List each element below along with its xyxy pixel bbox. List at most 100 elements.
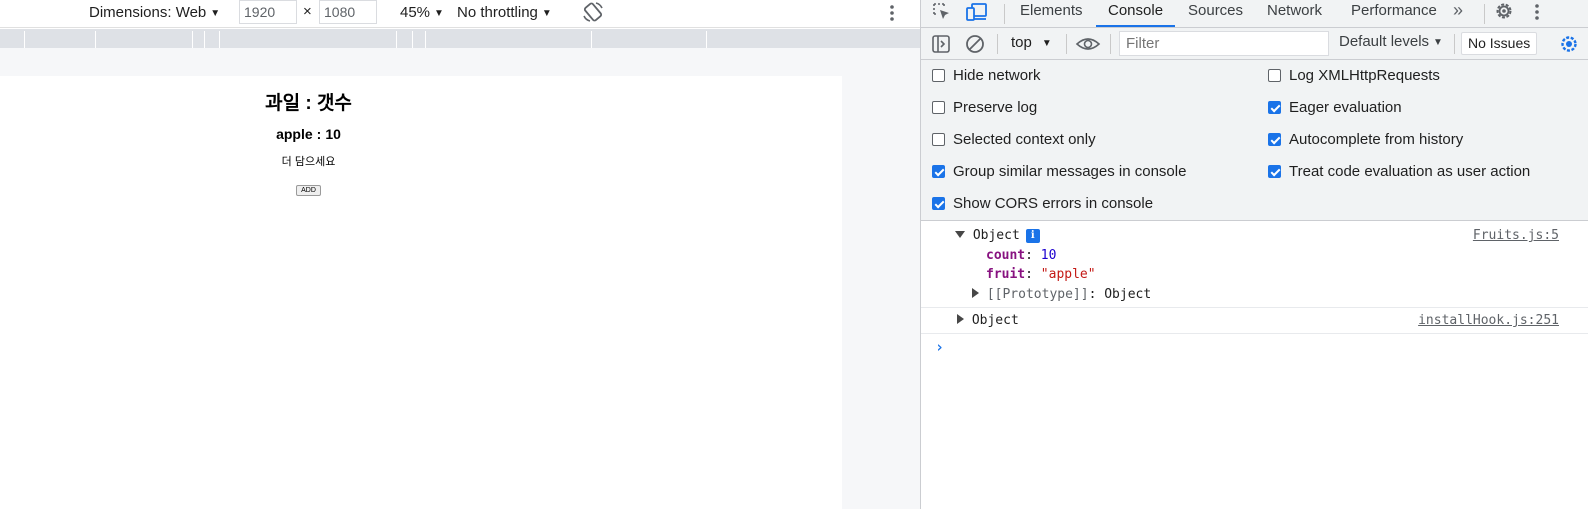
inspect-element-icon[interactable] bbox=[931, 1, 953, 27]
source-link[interactable]: installHook.js:251 bbox=[1418, 312, 1559, 330]
info-icon[interactable]: i bbox=[1025, 229, 1040, 243]
expand-triangle-icon[interactable] bbox=[972, 288, 979, 298]
toolbar-separator bbox=[1454, 34, 1455, 54]
hide-network-checkbox[interactable]: Hide network bbox=[932, 67, 1041, 87]
tab-elements[interactable]: Elements bbox=[1020, 0, 1083, 27]
width-input[interactable]: 1920 bbox=[239, 0, 297, 24]
prototype-row[interactable]: [[Prototype]]: Object bbox=[972, 286, 1151, 304]
checkbox-checked[interactable] bbox=[1268, 101, 1281, 114]
device-toggle-icon[interactable] bbox=[965, 1, 989, 27]
caret-down-icon: ▼ bbox=[541, 8, 552, 19]
device-toolbar: Dimensions: Web ▼ 1920 × 1080 45% ▼ No thr… bbox=[0, 0, 920, 28]
caret-down-icon: ▼ bbox=[1433, 37, 1443, 48]
tab-network[interactable]: Network bbox=[1267, 0, 1322, 27]
checkbox[interactable] bbox=[932, 133, 945, 146]
dimensions-dropdown[interactable]: Dimensions: Web ▼ bbox=[89, 2, 220, 24]
height-input[interactable]: 1080 bbox=[319, 0, 377, 24]
prototype-name: [[Prototype]] bbox=[986, 287, 1089, 302]
eager-evaluation-checkbox[interactable]: Eager evaluation bbox=[1268, 99, 1402, 119]
log-xhr-checkbox[interactable]: Log XMLHttpRequests bbox=[1268, 67, 1440, 87]
show-cors-errors-checkbox[interactable]: Show CORS errors in console bbox=[932, 195, 1153, 215]
viewport-area: 과일 : 갯수 apple:10 더 담으세요 ADD bbox=[0, 48, 920, 509]
object-label: Object bbox=[972, 228, 1020, 243]
toolbar-separator bbox=[1066, 34, 1067, 54]
sidebar-toggle-icon[interactable] bbox=[931, 34, 951, 58]
add-button[interactable]: ADD bbox=[296, 185, 321, 196]
fruit-count-line: apple:10 bbox=[0, 126, 617, 142]
zoom-dropdown[interactable]: 45% ▼ bbox=[400, 2, 444, 24]
page-title: 과일 : 갯수 bbox=[265, 93, 352, 114]
add-button-wrap: ADD bbox=[0, 179, 617, 197]
property-name: count bbox=[986, 248, 1026, 263]
checkbox-checked[interactable] bbox=[1268, 133, 1281, 146]
context-selector[interactable]: top ▼ bbox=[1011, 34, 1052, 51]
object-property: fruit: "apple" bbox=[986, 267, 1096, 282]
expand-triangle-icon[interactable] bbox=[957, 314, 964, 324]
checkbox-checked[interactable] bbox=[1268, 165, 1281, 178]
issues-button[interactable]: No Issues bbox=[1461, 32, 1538, 55]
selected-context-checkbox[interactable]: Selected context only bbox=[932, 131, 1096, 151]
option-label: Autocomplete from history bbox=[1289, 131, 1464, 148]
ruler-tick bbox=[95, 31, 96, 48]
checkbox[interactable] bbox=[932, 69, 945, 82]
log-levels-dropdown[interactable]: Default levels ▼ bbox=[1339, 33, 1443, 50]
checkbox-checked[interactable] bbox=[932, 197, 945, 210]
ruler-tick bbox=[412, 31, 413, 48]
property-value: 10 bbox=[1040, 248, 1057, 263]
more-options-icon[interactable] bbox=[884, 2, 900, 24]
object-summary[interactable]: Object bbox=[957, 312, 1019, 330]
option-label: Group similar messages in console bbox=[953, 163, 1187, 180]
filter-input[interactable] bbox=[1119, 31, 1329, 56]
settings-gear-icon[interactable] bbox=[1493, 0, 1515, 26]
customize-menu-icon[interactable] bbox=[1531, 1, 1543, 27]
ruler-tick bbox=[591, 31, 592, 48]
context-label: top bbox=[1011, 34, 1032, 51]
object-label: Object bbox=[971, 313, 1019, 328]
object-summary[interactable]: Object i bbox=[955, 227, 1040, 245]
option-label: Hide network bbox=[953, 67, 1041, 84]
checkbox[interactable] bbox=[1268, 69, 1281, 82]
times-symbol: × bbox=[303, 3, 312, 20]
zoom-label: 45% bbox=[400, 4, 431, 21]
checkbox-checked[interactable] bbox=[932, 165, 945, 178]
option-label: Selected context only bbox=[953, 131, 1096, 148]
treat-code-evaluation-checkbox[interactable]: Treat code evaluation as user action bbox=[1268, 163, 1530, 183]
console-output: Object i Fruits.js:5 count: 10 fruit: "ap… bbox=[921, 222, 1588, 509]
console-prompt[interactable]: › bbox=[935, 338, 944, 356]
option-label: Preserve log bbox=[953, 99, 1038, 116]
toolbar-separator bbox=[1484, 4, 1485, 24]
devtools-tab-bar: Elements Console Sources Network Perform… bbox=[921, 0, 1588, 28]
option-label: Show CORS errors in console bbox=[953, 195, 1154, 212]
fruit-count: 10 bbox=[325, 126, 341, 142]
log-levels-label: Default levels bbox=[1339, 33, 1430, 50]
console-message: Object installHook.js:251 bbox=[921, 308, 1588, 334]
tab-sources[interactable]: Sources bbox=[1188, 0, 1243, 27]
live-expression-eye-icon[interactable] bbox=[1075, 34, 1101, 58]
autocomplete-history-checkbox[interactable]: Autocomplete from history bbox=[1268, 131, 1463, 151]
clear-console-icon[interactable] bbox=[965, 34, 985, 58]
fruit-name: apple bbox=[276, 126, 313, 142]
toolbar-separator bbox=[997, 34, 998, 54]
ruler-tick bbox=[192, 31, 193, 48]
dimensions-label: Dimensions: Web bbox=[89, 4, 207, 21]
object-property: count: 10 bbox=[986, 248, 1057, 263]
more-tabs-icon[interactable]: » bbox=[1453, 0, 1463, 27]
throttling-dropdown[interactable]: No throttling ▼ bbox=[457, 2, 552, 24]
checkbox[interactable] bbox=[932, 101, 945, 114]
option-label: Log XMLHttpRequests bbox=[1289, 67, 1440, 84]
source-link[interactable]: Fruits.js:5 bbox=[1473, 227, 1559, 245]
expand-triangle-icon[interactable] bbox=[955, 231, 965, 238]
group-similar-checkbox[interactable]: Group similar messages in console bbox=[932, 163, 1186, 183]
devtools-panel: Elements Console Sources Network Perform… bbox=[920, 0, 1588, 509]
ruler-tick bbox=[24, 31, 25, 48]
console-settings-gear-icon[interactable] bbox=[1559, 34, 1579, 58]
preserve-log-checkbox[interactable]: Preserve log bbox=[932, 99, 1037, 119]
prototype-value: Object bbox=[1104, 287, 1152, 302]
tab-performance[interactable]: Performance bbox=[1351, 0, 1437, 27]
tab-console[interactable]: Console bbox=[1096, 0, 1176, 27]
caret-down-icon: ▼ bbox=[434, 8, 444, 19]
ruler-tick bbox=[706, 31, 707, 48]
media-query-ruler[interactable] bbox=[0, 29, 920, 48]
browser-window: Dimensions: Web ▼ 1920 × 1080 45% ▼ No thr… bbox=[0, 0, 1588, 509]
rotate-icon[interactable] bbox=[580, 0, 606, 24]
